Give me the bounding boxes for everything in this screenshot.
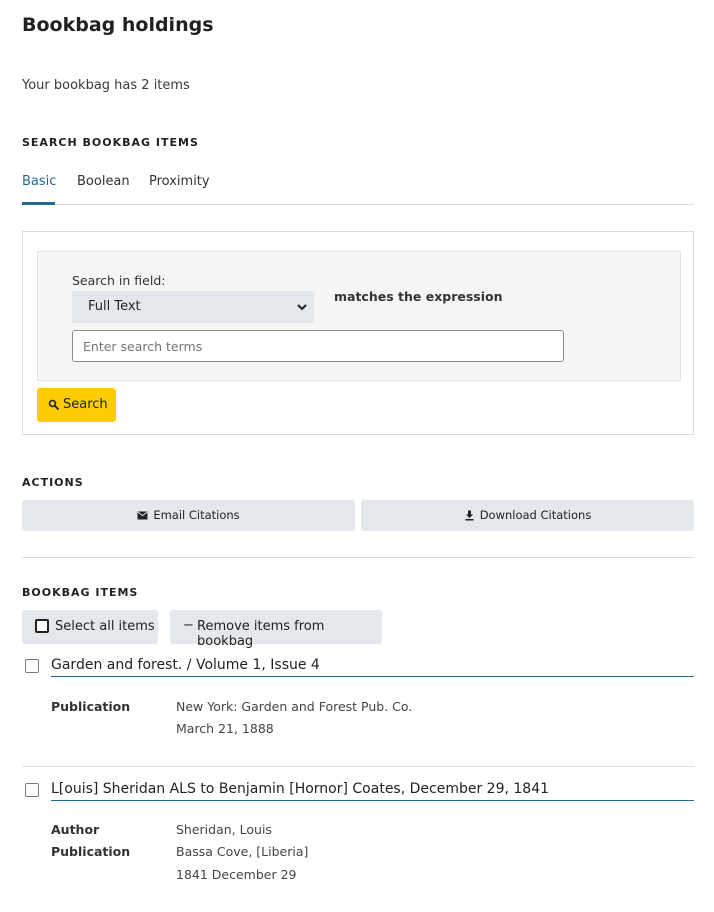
search-tabs: Basic Boolean Proximity xyxy=(22,166,694,205)
email-citations-label: Email Citations xyxy=(153,508,240,522)
minus-icon: − xyxy=(183,618,194,633)
item-count-text: Your bookbag has 2 items xyxy=(22,78,190,93)
meta-value-publisher: New York: Garden and Forest Pub. Co. xyxy=(176,699,413,714)
tab-boolean[interactable]: Boolean xyxy=(77,174,130,189)
item-checkbox[interactable] xyxy=(25,783,39,797)
actions-heading: ACTIONS xyxy=(22,476,84,489)
envelope-icon xyxy=(137,511,148,519)
meta-label-author: Author xyxy=(51,822,100,837)
item-title-link[interactable]: Garden and forest. / Volume 1, Issue 4 xyxy=(51,657,694,677)
download-citations-label: Download Citations xyxy=(479,508,592,522)
search-icon xyxy=(48,399,60,411)
meta-value-author: Sheridan, Louis xyxy=(176,822,272,837)
tab-proximity[interactable]: Proximity xyxy=(149,174,210,189)
item-title-link[interactable]: L[ouis] Sheridan ALS to Benjamin [Hornor… xyxy=(51,781,694,801)
search-fields-group: Search in field: Full Text matches the e… xyxy=(37,251,681,381)
page-title: Bookbag holdings xyxy=(22,14,214,36)
chevron-down-icon xyxy=(297,304,307,311)
select-all-label: Select all items xyxy=(55,619,155,634)
search-panel: Search in field: Full Text matches the e… xyxy=(22,231,694,435)
search-field-select[interactable]: Full Text xyxy=(72,291,314,323)
search-field-value: Full Text xyxy=(88,299,141,314)
search-button-label: Search xyxy=(63,397,108,412)
remove-items-label: Remove items from bookbag xyxy=(197,619,325,649)
search-button[interactable]: Search xyxy=(37,388,116,422)
section-divider xyxy=(22,557,694,558)
email-citations-button[interactable]: Email Citations xyxy=(22,500,355,531)
search-input[interactable] xyxy=(72,330,564,362)
item-checkbox[interactable] xyxy=(25,659,39,673)
download-citations-button[interactable]: Download Citations xyxy=(361,500,694,531)
download-icon xyxy=(465,510,474,520)
active-tab-indicator xyxy=(22,202,55,205)
meta-label-publication: Publication xyxy=(51,844,131,859)
search-section-heading: SEARCH BOOKBAG ITEMS xyxy=(22,136,199,149)
bookbag-items-heading: BOOKBAG ITEMS xyxy=(22,586,139,599)
search-field-label: Search in field: xyxy=(72,273,166,288)
matches-expression-label: matches the expression xyxy=(334,289,503,304)
select-all-button[interactable]: Select all items xyxy=(22,610,158,644)
meta-label-publication: Publication xyxy=(51,699,131,714)
item-divider xyxy=(22,766,694,767)
meta-value-date: 1841 December 29 xyxy=(176,867,297,882)
meta-value-date: March 21, 1888 xyxy=(176,721,274,736)
meta-value-place: Bassa Cove, [Liberia] xyxy=(176,844,309,859)
checkbox-icon xyxy=(35,619,49,633)
remove-items-button[interactable]: − Remove items from bookbag xyxy=(170,610,382,649)
tab-basic[interactable]: Basic xyxy=(22,174,56,189)
